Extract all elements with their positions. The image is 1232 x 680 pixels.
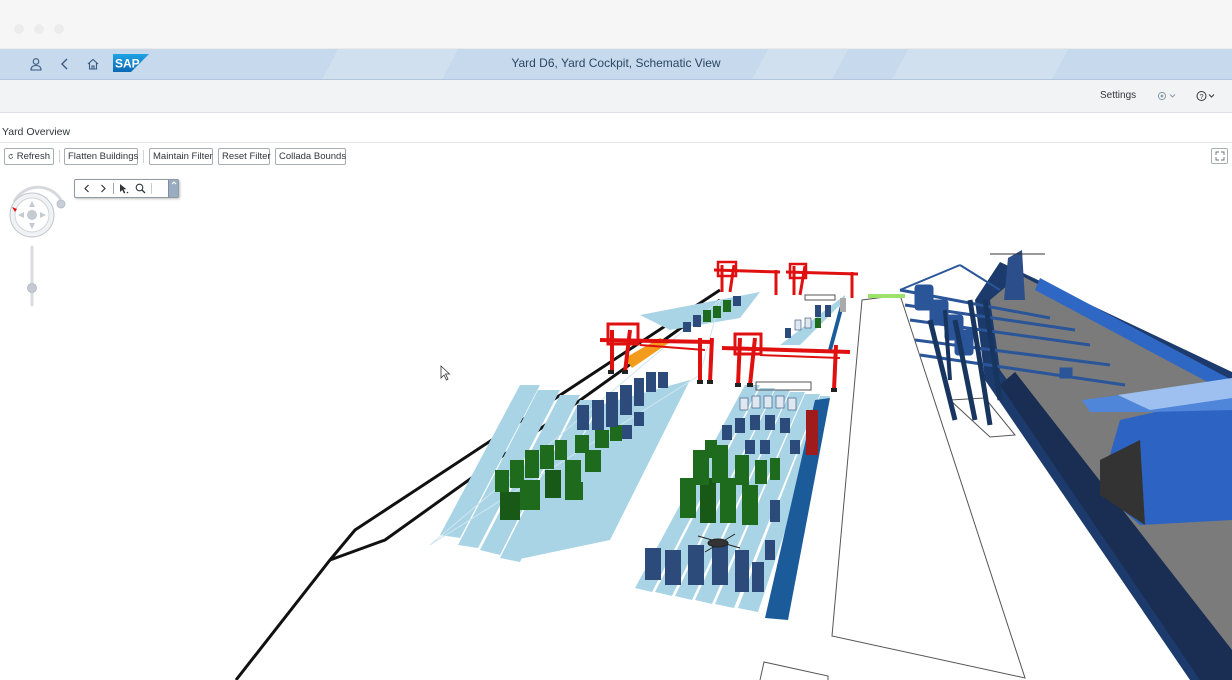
- shell-bar: SAP Yard D6, Yard Cockpit, Schematic Vie…: [0, 49, 1232, 80]
- yard-scene[interactable]: [0, 170, 1232, 680]
- window-titlebar: [0, 0, 1232, 49]
- window-minimize-dot[interactable]: [34, 24, 44, 34]
- settings-button[interactable]: Settings: [1100, 90, 1136, 101]
- object-header: Settings ?: [0, 80, 1232, 113]
- toolbar-separator: [151, 183, 152, 194]
- toolbar-separator: [143, 150, 144, 163]
- page-title: Yard D6, Yard Cockpit, Schematic View: [511, 56, 721, 70]
- fullscreen-icon[interactable]: [1211, 148, 1228, 164]
- previous-icon[interactable]: [79, 181, 95, 197]
- refresh-button[interactable]: Refresh: [4, 148, 54, 165]
- maintain-filter-button[interactable]: Maintain Filter: [149, 148, 213, 165]
- 3d-viewport[interactable]: [0, 170, 1232, 680]
- next-icon[interactable]: [95, 181, 111, 197]
- building-outline: [759, 661, 829, 680]
- viewer-nav-toolbar: [74, 179, 179, 198]
- block-outline: [804, 294, 836, 301]
- red-container: [806, 410, 818, 455]
- toolbar-separator: [113, 183, 114, 194]
- navigation-control[interactable]: [6, 180, 66, 310]
- section-title: Yard Overview: [2, 126, 71, 138]
- zoom-icon[interactable]: [132, 181, 148, 197]
- settings-status-icon[interactable]: [1157, 88, 1179, 104]
- window-maximize-dot[interactable]: [54, 24, 64, 34]
- reset-filter-button[interactable]: Reset Filter: [218, 148, 271, 165]
- select-pointer-icon[interactable]: [116, 181, 132, 197]
- collada-bounds-button[interactable]: Collada Bounds: [275, 148, 346, 165]
- mouse-cursor-icon: [440, 365, 451, 381]
- refresh-label: Refresh: [16, 151, 50, 162]
- toolbar-separator: [59, 150, 60, 163]
- help-icon[interactable]: ?: [1196, 88, 1218, 104]
- toolbar-grip-handle[interactable]: [168, 180, 178, 197]
- divider: [0, 142, 1232, 143]
- window-close-dot[interactable]: [14, 24, 24, 34]
- svg-text:?: ?: [1200, 94, 1204, 101]
- flatten-buildings-button[interactable]: Flatten Buildings: [64, 148, 138, 165]
- ship-mast: [1004, 250, 1025, 300]
- refresh-icon: [8, 153, 14, 159]
